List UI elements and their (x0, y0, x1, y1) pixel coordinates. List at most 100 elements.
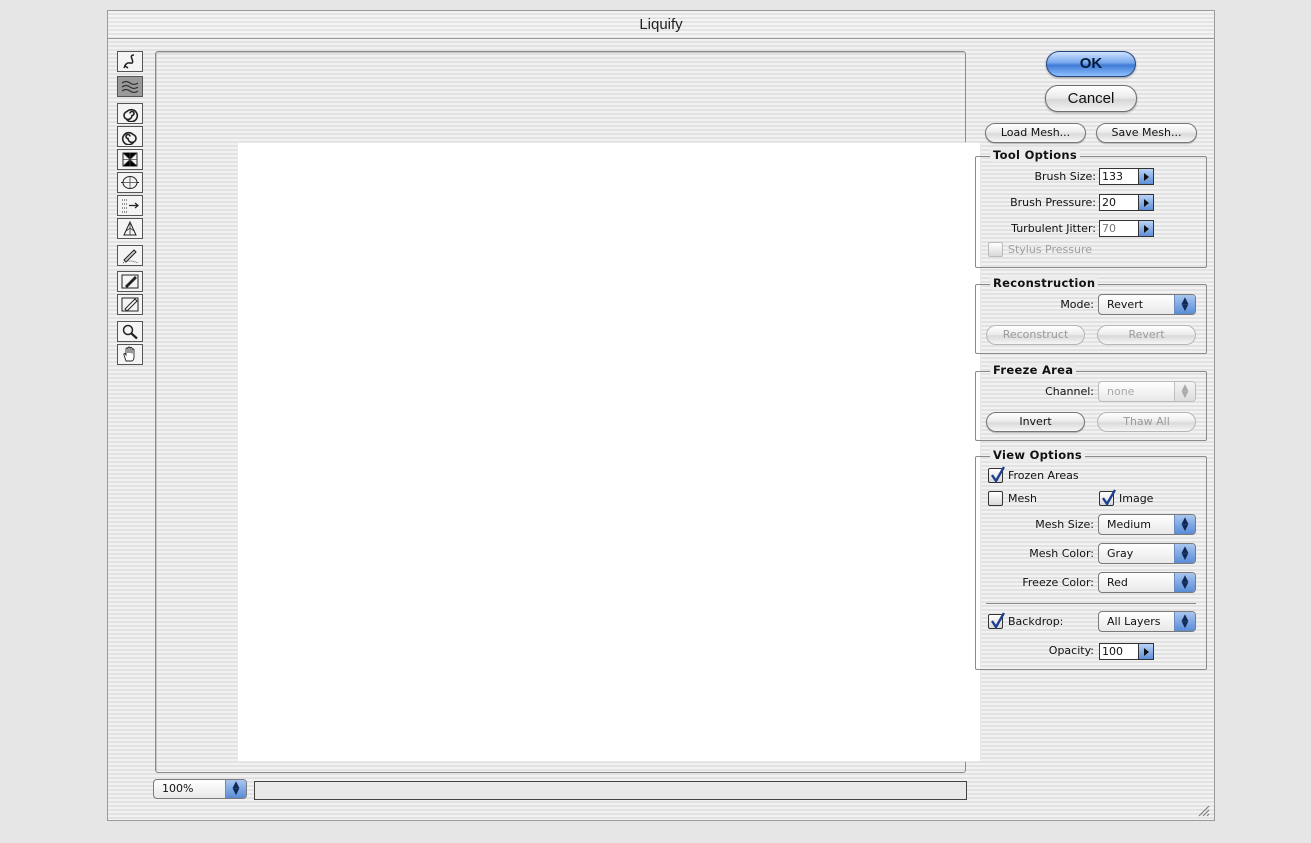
pucker-tool-icon (122, 152, 138, 167)
view-options-title: View Options (990, 448, 1086, 462)
preview-area[interactable] (155, 51, 980, 773)
mesh-size-label: Mesh Size: (1035, 518, 1094, 531)
brush-size-slider-button[interactable] (1138, 168, 1154, 185)
checkmark-icon (991, 466, 1005, 483)
warp-tool-icon (123, 54, 135, 69)
revert-button[interactable]: Revert (1097, 325, 1196, 345)
stepper-arrows-icon: ▲ ▼ (1174, 544, 1195, 563)
bloat-tool-icon (121, 176, 139, 189)
resize-grip-icon[interactable] (1196, 803, 1210, 817)
reconstruction-group: Reconstruction Mode: Revert ▲ ▼ Reconstru… (975, 276, 1207, 354)
mesh-label: Mesh (1008, 492, 1037, 505)
freeze-color-select[interactable]: Red ▲ ▼ (1098, 572, 1196, 593)
stepper-arrows-icon: ▲ ▼ (1174, 612, 1195, 631)
turbulent-jitter-input[interactable]: 70 (1099, 220, 1139, 237)
stylus-pressure-checkbox[interactable] (988, 242, 1003, 257)
opacity-label: Opacity: (1048, 644, 1094, 657)
mesh-checkbox[interactable] (988, 491, 1003, 506)
hand-tool-button[interactable] (117, 344, 143, 365)
reconstruction-title: Reconstruction (990, 276, 1099, 290)
ok-button[interactable]: OK (1046, 51, 1136, 77)
turbulence-tool-button[interactable] (117, 76, 143, 97)
zoom-tool-icon (122, 324, 138, 340)
mesh-color-label: Mesh Color: (1029, 547, 1094, 560)
twirl-counterclockwise-tool-icon (121, 131, 137, 145)
backdrop-checkbox[interactable] (988, 612, 1005, 629)
status-bar (254, 781, 967, 800)
thaw-tool-icon (121, 297, 139, 312)
stepper-arrows-icon: ▲ ▼ (1174, 515, 1195, 534)
tool-options-title: Tool Options (990, 148, 1081, 162)
twirl-clockwise-tool-button[interactable] (117, 103, 143, 124)
turbulent-jitter-slider-button[interactable] (1138, 220, 1154, 237)
cancel-button[interactable]: Cancel (1045, 85, 1137, 112)
divider (986, 603, 1196, 604)
thaw-tool-button[interactable] (117, 294, 143, 315)
view-options-group: View Options Frozen Areas Mesh Image Mes… (975, 448, 1207, 670)
freeze-area-title: Freeze Area (990, 363, 1077, 377)
freeze-tool-icon (121, 274, 139, 289)
channel-value: none (1107, 385, 1135, 398)
backdrop-value: All Layers (1107, 615, 1161, 628)
freeze-color-value: Red (1107, 576, 1128, 589)
mode-select[interactable]: Revert ▲ ▼ (1098, 294, 1196, 315)
freeze-color-label: Freeze Color: (1022, 576, 1094, 589)
bloat-tool-button[interactable] (117, 172, 143, 193)
checkmark-icon (991, 612, 1005, 629)
stepper-arrows-icon: ▲ ▼ (1174, 382, 1195, 401)
brush-pressure-input[interactable]: 20 (1099, 194, 1139, 211)
image-label: Image (1119, 492, 1154, 505)
warp-tool-button[interactable] (117, 51, 143, 72)
checkmark-icon (1102, 489, 1116, 506)
save-mesh-button[interactable]: Save Mesh... (1096, 123, 1197, 143)
preview-canvas[interactable] (238, 143, 980, 761)
shift-pixels-tool-icon (122, 199, 139, 213)
freeze-tool-button[interactable] (117, 271, 143, 292)
brush-size-label: Brush Size: (1034, 170, 1096, 183)
turbulence-tool-icon (121, 80, 139, 94)
zoom-tool-button[interactable] (117, 321, 143, 342)
brush-pressure-slider-button[interactable] (1138, 194, 1154, 211)
frozen-areas-label: Frozen Areas (1008, 469, 1079, 482)
reconstruct-tool-icon (122, 249, 139, 264)
mesh-color-select[interactable]: Gray ▲ ▼ (1098, 543, 1196, 564)
tool-options-group: Tool Options Brush Size: 133 Brush Press… (975, 148, 1207, 268)
turbulent-jitter-label: Turbulent Jitter: (1011, 222, 1096, 235)
backdrop-select[interactable]: All Layers ▲ ▼ (1098, 611, 1196, 632)
load-mesh-button[interactable]: Load Mesh... (985, 123, 1086, 143)
stepper-arrows-icon: ▲ ▼ (1174, 573, 1195, 592)
mode-label: Mode: (1060, 298, 1094, 311)
zoom-level-value: 100% (162, 782, 194, 795)
opacity-input[interactable]: 100 (1099, 643, 1139, 660)
stylus-pressure-label: Stylus Pressure (1008, 243, 1093, 256)
pucker-tool-button[interactable] (117, 149, 143, 170)
stepper-arrows-icon: ▲ ▼ (1174, 295, 1195, 314)
reflection-tool-icon (123, 220, 137, 236)
thaw-all-button[interactable]: Thaw All (1097, 412, 1196, 432)
twirl-counterclockwise-tool-button[interactable] (117, 126, 143, 147)
window-title: Liquify (108, 11, 1214, 39)
mode-value: Revert (1107, 298, 1144, 311)
reflection-tool-button[interactable] (117, 218, 143, 239)
opacity-slider-button[interactable] (1138, 643, 1154, 660)
invert-button[interactable]: Invert (986, 412, 1085, 432)
zoom-level-select[interactable]: 100% ▲ ▼ (153, 779, 247, 799)
image-checkbox[interactable] (1099, 489, 1116, 506)
brush-pressure-label: Brush Pressure: (1010, 196, 1096, 209)
hand-tool-icon (123, 346, 135, 362)
channel-select[interactable]: none ▲ ▼ (1098, 381, 1196, 402)
freeze-area-group: Freeze Area Channel: none ▲ ▼ Invert Thaw… (975, 363, 1207, 441)
liquify-dialog: Liquify 100% ▲ ▼ OK Cancel Load Mesh... … (107, 10, 1215, 821)
mesh-size-select[interactable]: Medium ▲ ▼ (1098, 514, 1196, 535)
reconstruct-tool-button[interactable] (117, 245, 143, 266)
brush-size-input[interactable]: 133 (1099, 168, 1139, 185)
stepper-arrows-icon: ▲ ▼ (225, 780, 246, 798)
mesh-size-value: Medium (1107, 518, 1151, 531)
channel-label: Channel: (1045, 385, 1094, 398)
backdrop-label: Backdrop: (1008, 615, 1064, 628)
reconstruct-button[interactable]: Reconstruct (986, 325, 1085, 345)
frozen-areas-checkbox[interactable] (988, 466, 1005, 483)
mesh-color-value: Gray (1107, 547, 1134, 560)
shift-pixels-tool-button[interactable] (117, 195, 143, 216)
twirl-clockwise-tool-icon (123, 108, 139, 122)
